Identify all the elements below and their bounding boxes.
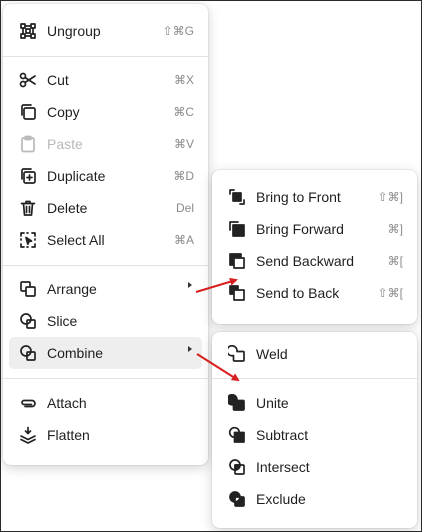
- annotation-arrow-arrange: [195, 277, 238, 293]
- annotation-arrows: [195, 277, 240, 382]
- annotation-arrow-combine: [196, 353, 240, 382]
